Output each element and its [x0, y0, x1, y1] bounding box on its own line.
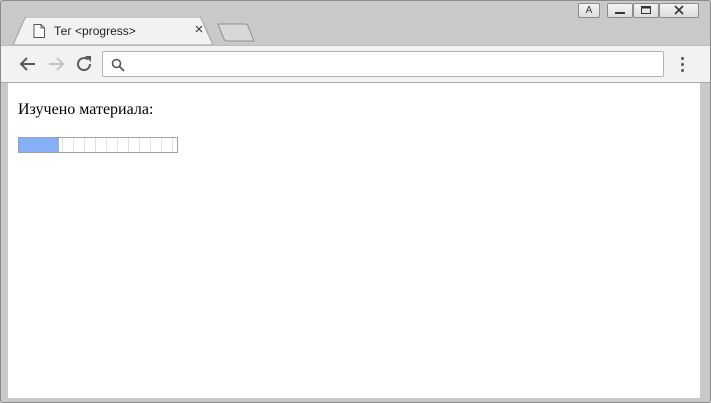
- menu-dots-icon[interactable]: [674, 55, 690, 75]
- forward-arrow-icon[interactable]: [46, 54, 66, 74]
- window-close-button[interactable]: [659, 3, 699, 18]
- progress-bar: [18, 137, 178, 153]
- profile-button[interactable]: A: [578, 3, 600, 18]
- tab-progress[interactable]: Тег <progress> ×: [13, 17, 213, 45]
- maximize-icon: [641, 6, 651, 14]
- toolbar: [1, 45, 710, 83]
- address-bar[interactable]: [102, 51, 664, 77]
- back-arrow-icon[interactable]: [18, 54, 38, 74]
- reload-icon[interactable]: [74, 54, 94, 74]
- tab-title: Тег <progress>: [54, 24, 136, 38]
- minimize-icon: [615, 12, 625, 14]
- progress-fill: [19, 138, 59, 152]
- document-icon: [33, 24, 45, 38]
- tab-close-icon[interactable]: ×: [191, 22, 207, 38]
- page-content: Изучено материала:: [8, 83, 700, 398]
- address-input[interactable]: [131, 54, 655, 76]
- profile-label: A: [585, 5, 593, 16]
- close-icon: [674, 5, 684, 15]
- progress-label: Изучено материала:: [18, 101, 154, 118]
- minimize-button[interactable]: [607, 3, 633, 18]
- new-tab-button[interactable]: [217, 23, 255, 42]
- maximize-button[interactable]: [633, 3, 659, 18]
- search-icon: [111, 58, 125, 72]
- tab-strip: Тег <progress> × A: [1, 1, 710, 45]
- browser-window: Тег <progress> × A Изучено материала:: [0, 0, 711, 403]
